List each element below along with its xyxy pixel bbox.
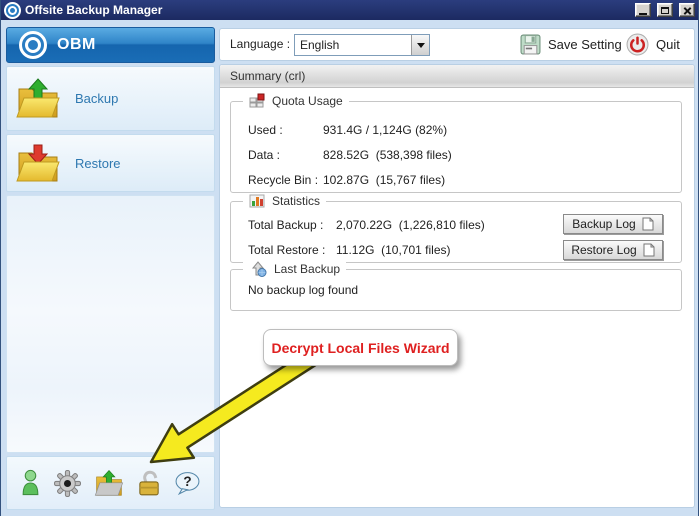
- language-label: Language :: [230, 29, 290, 60]
- save-floppy-icon: [520, 34, 541, 55]
- close-icon: [683, 6, 692, 15]
- window-title: Offsite Backup Manager: [25, 3, 629, 17]
- help-icon: ?: [174, 471, 201, 496]
- summary-panel: Summary (crl) Quota Usage Used : 931.4G …: [219, 64, 695, 508]
- settings-button[interactable]: [54, 470, 81, 497]
- stats-row-total-backup: Total Backup : 2,070.22G (1,226,810 file…: [248, 218, 485, 232]
- quota-usage-group: Quota Usage Used : 931.4G / 1,124G (82%)…: [230, 101, 682, 193]
- quit-button[interactable]: Quit: [626, 29, 680, 60]
- chevron-down-icon: [417, 43, 425, 48]
- save-setting-button[interactable]: Save Setting: [520, 29, 622, 60]
- sidebar-item-label: Restore: [75, 156, 121, 171]
- sidebar-item-label: Backup: [75, 91, 118, 106]
- maximize-button[interactable]: [657, 3, 673, 17]
- quota-row-recycle-bin: Recycle Bin : 102.87G (15,767 files): [248, 173, 445, 187]
- sidebar-item-restore[interactable]: Restore: [6, 134, 215, 192]
- toolbar: Language : English Save Setting Quit: [219, 28, 695, 61]
- document-icon: [642, 217, 654, 231]
- stats-row-total-restore: Total Restore : 11.12G (10,701 files): [248, 243, 451, 257]
- dropdown-arrow-button[interactable]: [411, 35, 429, 55]
- sidebar-panel: [6, 195, 215, 453]
- statistics-group: Statistics Total Backup : 2,070.22G (1,2…: [230, 201, 682, 263]
- sidebar-item-backup[interactable]: Backup: [6, 66, 215, 131]
- annotation-callout-text: Decrypt Local Files Wizard: [271, 340, 449, 356]
- annotation-callout: Decrypt Local Files Wizard: [263, 329, 458, 366]
- restore-log-button[interactable]: Restore Log: [563, 240, 663, 260]
- last-backup-title: Last Backup: [274, 262, 340, 276]
- statistics-chart-icon: [249, 193, 265, 209]
- quota-row-data: Data : 828.52G (538,398 files): [248, 148, 452, 162]
- minimize-button[interactable]: [635, 3, 651, 17]
- settings-gear-icon: [54, 470, 81, 497]
- last-backup-icon: [249, 261, 267, 277]
- quit-power-icon: [626, 33, 649, 56]
- last-backup-message: No backup log found: [248, 283, 358, 297]
- quota-usage-icon: [249, 93, 265, 109]
- offsite-backup-manager-window: Offsite Backup Manager OBM Backup Restor…: [0, 0, 699, 516]
- close-button[interactable]: [679, 3, 695, 17]
- help-button[interactable]: ?: [174, 471, 201, 496]
- save-setting-label: Save Setting: [548, 37, 622, 52]
- last-backup-group: Last Backup No backup log found: [230, 269, 682, 311]
- restore-folder-icon: [15, 140, 61, 186]
- backup-folder-icon: [15, 76, 61, 122]
- document-icon: [643, 243, 655, 257]
- backup-sets-button[interactable]: [94, 469, 124, 498]
- statistics-title: Statistics: [272, 194, 320, 208]
- app-logo-icon: [4, 2, 21, 19]
- obm-logo-icon: [19, 31, 47, 59]
- obm-logo-text: OBM: [57, 36, 96, 54]
- user-profile-button[interactable]: [20, 469, 41, 497]
- decrypt-lock-icon: [137, 469, 161, 497]
- minimize-icon: [639, 13, 647, 15]
- language-selected-value: English: [295, 38, 411, 52]
- folder-sync-icon: [94, 469, 124, 498]
- help-glyph: ?: [183, 474, 191, 489]
- sidebar-footer: ?: [6, 456, 215, 510]
- quota-usage-title: Quota Usage: [272, 94, 343, 108]
- backup-log-button[interactable]: Backup Log: [563, 214, 663, 234]
- quota-row-used: Used : 931.4G / 1,124G (82%): [248, 123, 447, 137]
- maximize-icon: [661, 7, 669, 14]
- decrypt-wizard-button[interactable]: [137, 469, 161, 497]
- language-select[interactable]: English: [294, 34, 430, 56]
- titlebar: Offsite Backup Manager: [1, 0, 698, 20]
- user-icon: [20, 469, 41, 497]
- summary-header: Summary (crl): [220, 65, 694, 88]
- quit-label: Quit: [656, 37, 680, 52]
- sidebar: OBM Backup Restore: [6, 20, 215, 516]
- obm-brand-header: OBM: [6, 27, 215, 63]
